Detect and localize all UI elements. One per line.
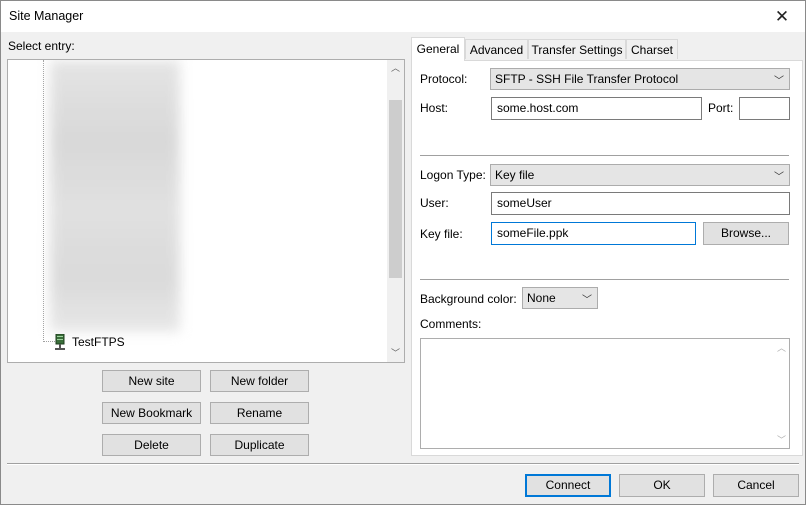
background-color-select[interactable]: None ﹀ bbox=[522, 287, 598, 309]
tab-advanced[interactable]: Advanced bbox=[465, 39, 528, 59]
site-manager-window: Site Manager ✕ Select entry: TestFTPS ︿ … bbox=[0, 0, 806, 505]
close-icon[interactable]: ✕ bbox=[759, 1, 805, 32]
new-folder-button[interactable]: New folder bbox=[210, 370, 309, 392]
tab-transfer-settings[interactable]: Transfer Settings bbox=[528, 39, 626, 59]
protocol-label: Protocol: bbox=[420, 72, 468, 86]
delete-button[interactable]: Delete bbox=[102, 434, 201, 456]
tree-scrollbar[interactable]: ︿ ﹀ bbox=[387, 60, 404, 362]
chevron-down-icon: ﹀ bbox=[774, 76, 784, 87]
tab-general[interactable]: General bbox=[411, 37, 465, 61]
tab-charset[interactable]: Charset bbox=[626, 39, 678, 59]
protocol-select[interactable]: SFTP - SSH File Transfer Protocol ﹀ bbox=[490, 68, 790, 90]
scroll-down-icon[interactable]: ﹀ bbox=[387, 345, 404, 362]
cancel-button[interactable]: Cancel bbox=[713, 474, 799, 497]
comments-textarea[interactable]: ︿ ﹀ bbox=[420, 338, 790, 449]
tree-item-label: TestFTPS bbox=[72, 335, 125, 349]
browse-button[interactable]: Browse... bbox=[703, 222, 789, 245]
new-bookmark-button[interactable]: New Bookmark bbox=[102, 402, 201, 424]
chevron-down-icon: ﹀ bbox=[774, 172, 784, 183]
scrollbar-thumb[interactable] bbox=[389, 100, 402, 278]
port-label: Port: bbox=[708, 101, 734, 115]
logon-type-label: Logon Type: bbox=[420, 168, 486, 182]
logon-type-select-value: Key file bbox=[495, 168, 535, 182]
port-input[interactable] bbox=[739, 97, 790, 120]
site-tree[interactable]: TestFTPS ︿ ﹀ bbox=[7, 59, 405, 363]
server-icon bbox=[55, 334, 65, 350]
background-color-select-value: None bbox=[527, 291, 556, 305]
footer-divider bbox=[7, 463, 799, 465]
title-bar[interactable]: Site Manager ✕ bbox=[1, 1, 805, 32]
background-color-label: Background color: bbox=[420, 292, 517, 306]
divider bbox=[420, 155, 789, 157]
comments-label: Comments: bbox=[420, 317, 482, 331]
new-site-button[interactable]: New site bbox=[102, 370, 201, 392]
tree-connector-line bbox=[43, 60, 44, 342]
host-label: Host: bbox=[420, 101, 449, 115]
user-label: User: bbox=[420, 196, 449, 210]
select-entry-label: Select entry: bbox=[8, 39, 75, 53]
ok-button[interactable]: OK bbox=[619, 474, 705, 497]
host-input[interactable]: some.host.com bbox=[491, 97, 702, 120]
scroll-up-icon[interactable]: ︿ bbox=[777, 341, 786, 354]
key-file-input[interactable]: someFile.ppk bbox=[491, 222, 696, 245]
scroll-up-icon[interactable]: ︿ bbox=[387, 60, 404, 77]
protocol-select-value: SFTP - SSH File Transfer Protocol bbox=[495, 72, 679, 86]
duplicate-button[interactable]: Duplicate bbox=[210, 434, 309, 456]
chevron-down-icon: ﹀ bbox=[582, 295, 592, 306]
key-file-label: Key file: bbox=[420, 227, 463, 241]
scroll-down-icon[interactable]: ﹀ bbox=[777, 433, 786, 446]
redacted-tree-entries bbox=[50, 60, 180, 332]
tree-item-testftps[interactable]: TestFTPS bbox=[54, 333, 125, 351]
connect-button[interactable]: Connect bbox=[525, 474, 611, 497]
user-input[interactable]: someUser bbox=[491, 192, 790, 215]
logon-type-select[interactable]: Key file ﹀ bbox=[490, 164, 790, 186]
divider bbox=[420, 279, 789, 281]
window-title: Site Manager bbox=[9, 9, 84, 23]
rename-button[interactable]: Rename bbox=[210, 402, 309, 424]
